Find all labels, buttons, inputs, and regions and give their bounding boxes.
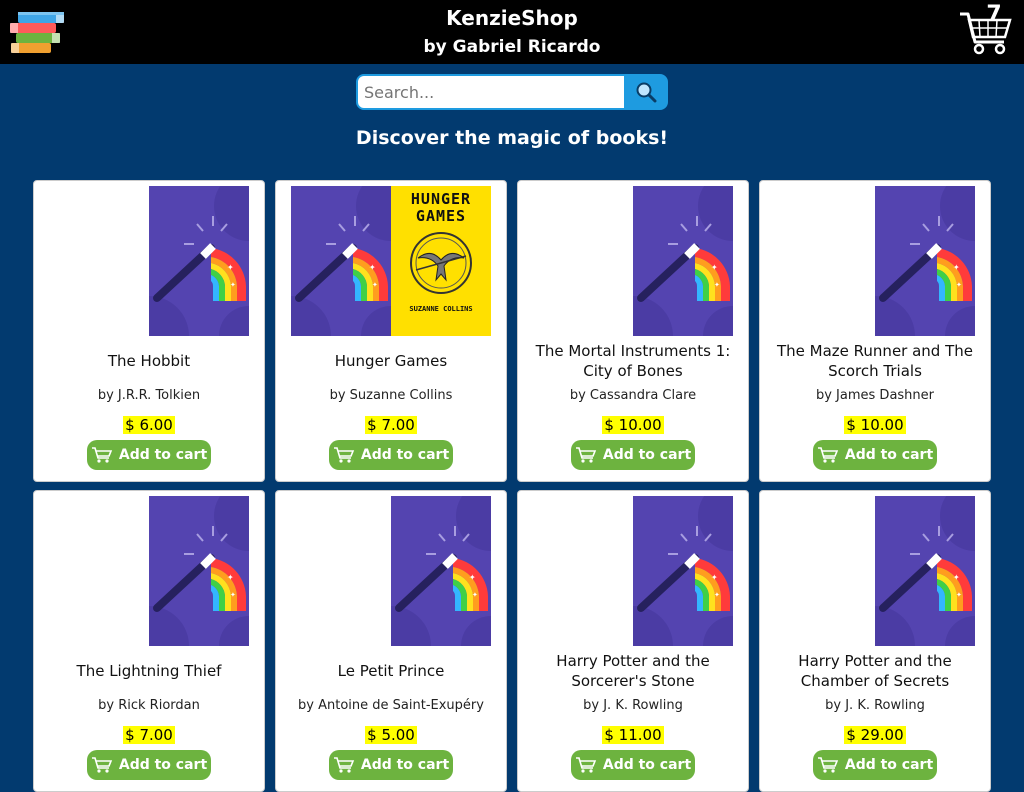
cart-count-badge: 7: [986, 2, 1002, 27]
add-to-cart-label: Add to cart: [118, 757, 208, 773]
hunger-games-cover[interactable]: HUNGER GAMES SUZANNE COLLINS: [391, 186, 491, 336]
search-input[interactable]: [356, 74, 626, 110]
book-author: by Rick Riordan: [98, 698, 200, 713]
book-title[interactable]: Hunger Games: [284, 339, 498, 383]
site-title: KenzieShop: [446, 6, 578, 30]
book-price: $ 7.00: [34, 725, 264, 745]
book-cover-image[interactable]: [875, 496, 975, 646]
price-value: $ 6.00: [123, 416, 175, 434]
book-title[interactable]: Le Petit Prince: [284, 649, 498, 693]
book-card: The Mortal Instruments 1: City of Bones …: [517, 180, 749, 482]
add-to-cart-button[interactable]: Add to cart: [87, 750, 211, 780]
book-price: $ 7.00: [276, 415, 506, 435]
header-bar: KenzieShop by Gabriel Ricardo 7: [0, 0, 1024, 64]
book-card: Le Petit Prince by Antoine de Saint-Exup…: [275, 490, 507, 792]
book-author: by J.R.R. Tolkien: [97, 388, 201, 403]
book-price: $ 5.00: [276, 725, 506, 745]
add-to-cart-button[interactable]: Add to cart: [571, 750, 695, 780]
add-to-cart-label: Add to cart: [360, 757, 450, 773]
book-price: $ 10.00: [518, 415, 748, 435]
cover-author: SUZANNE COLLINS: [409, 305, 473, 313]
cart-icon: [91, 757, 113, 773]
search-icon: [636, 82, 657, 103]
cart-icon: [817, 757, 839, 773]
book-card: Harry Potter and the Chamber of Secrets …: [759, 490, 991, 792]
book-card: HUNGER GAMES SUZANNE COLLINS Hunger Game…: [275, 180, 507, 482]
book-title[interactable]: The Hobbit: [42, 339, 256, 383]
search-button[interactable]: [624, 74, 668, 110]
book-price: $ 10.00: [760, 415, 990, 435]
add-to-cart-label: Add to cart: [844, 757, 934, 773]
book-author: by Cassandra Clare: [569, 388, 697, 403]
site-subtitle: by Gabriel Ricardo: [423, 37, 601, 57]
cart-icon: [817, 447, 839, 463]
book-cover-image[interactable]: [875, 186, 975, 336]
price-value: $ 7.00: [365, 416, 417, 434]
price-value: $ 5.00: [365, 726, 417, 744]
book-cover-image[interactable]: [391, 496, 491, 646]
add-to-cart-button[interactable]: Add to cart: [571, 440, 695, 470]
book-title[interactable]: Harry Potter and the Sorcerer's Stone: [526, 649, 740, 693]
book-title[interactable]: The Maze Runner and The Scorch Trials: [768, 339, 982, 383]
cart-icon: [333, 447, 355, 463]
price-value: $ 10.00: [844, 416, 906, 434]
cover-title: HUNGER GAMES: [410, 190, 472, 225]
book-author: by Antoine de Saint-Exupéry: [298, 698, 484, 713]
book-card: Harry Potter and the Sorcerer's Stone by…: [517, 490, 749, 792]
add-to-cart-button[interactable]: Add to cart: [329, 750, 453, 780]
book-title[interactable]: The Mortal Instruments 1: City of Bones: [526, 339, 740, 383]
book-title[interactable]: The Lightning Thief: [42, 649, 256, 693]
add-to-cart-label: Add to cart: [602, 447, 692, 463]
search-bar: [356, 74, 668, 110]
price-value: $ 11.00: [602, 726, 664, 744]
add-to-cart-button[interactable]: Add to cart: [87, 440, 211, 470]
book-cover-image[interactable]: [149, 496, 249, 646]
book-cover-image[interactable]: [633, 186, 733, 336]
add-to-cart-button[interactable]: Add to cart: [329, 440, 453, 470]
book-cover-image[interactable]: [291, 186, 391, 336]
add-to-cart-label: Add to cart: [360, 447, 450, 463]
add-to-cart-label: Add to cart: [602, 757, 692, 773]
price-value: $ 7.00: [123, 726, 175, 744]
book-card: The Lightning Thief by Rick Riordan $ 7.…: [33, 490, 265, 792]
book-author: by Suzanne Collins: [329, 388, 453, 403]
book-price: $ 11.00: [518, 725, 748, 745]
cart-icon: [575, 757, 597, 773]
book-author: by J. K. Rowling: [583, 698, 683, 713]
book-price: $ 29.00: [760, 725, 990, 745]
book-title[interactable]: Harry Potter and the Chamber of Secrets: [768, 649, 982, 693]
add-to-cart-label: Add to cart: [844, 447, 934, 463]
mockingjay-pin-icon: [410, 232, 472, 294]
add-to-cart-button[interactable]: Add to cart: [813, 750, 937, 780]
price-value: $ 10.00: [602, 416, 664, 434]
book-card: The Hobbit by J.R.R. Tolkien $ 6.00 Add …: [33, 180, 265, 482]
book-price: $ 6.00: [34, 415, 264, 435]
book-cover-image[interactable]: [633, 496, 733, 646]
book-author: by J. K. Rowling: [825, 698, 925, 713]
cart-icon: [333, 757, 355, 773]
add-to-cart-label: Add to cart: [118, 447, 208, 463]
price-value: $ 29.00: [844, 726, 906, 744]
page-tagline: Discover the magic of books!: [355, 127, 669, 149]
cart-icon: [91, 447, 113, 463]
book-card: The Maze Runner and The Scorch Trials by…: [759, 180, 991, 482]
book-cover-image[interactable]: [149, 186, 249, 336]
add-to-cart-button[interactable]: Add to cart: [813, 440, 937, 470]
cart-icon: [575, 447, 597, 463]
book-author: by James Dashner: [815, 388, 934, 403]
